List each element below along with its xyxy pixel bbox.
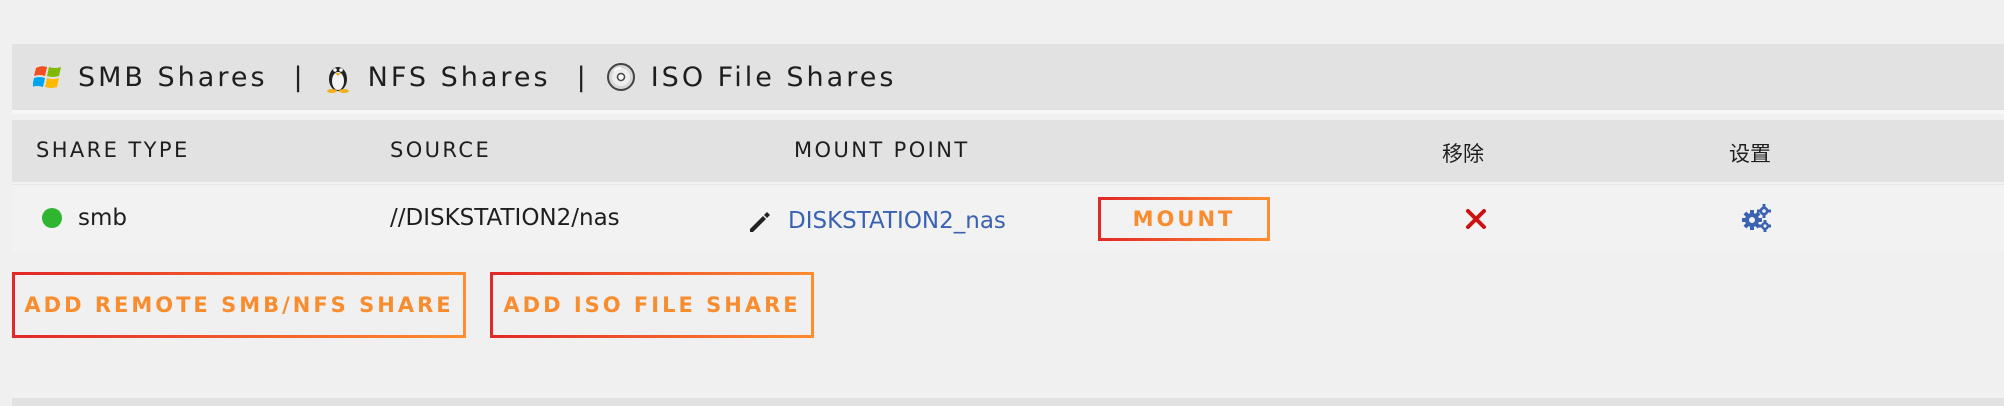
tab-label: NFS Shares xyxy=(367,61,551,93)
shares-table-header: SHARE TYPE SOURCE MOUNT POINT 移除 设置 xyxy=(12,120,2004,182)
tab-smb-shares[interactable]: SMB Shares xyxy=(32,61,268,93)
tab-nfs-shares[interactable]: NFS Shares xyxy=(322,61,551,93)
share-type-value: smb xyxy=(78,205,127,231)
linux-penguin-icon xyxy=(322,61,354,93)
mount-point-link[interactable]: DISKSTATION2_nas xyxy=(788,208,1006,234)
tab-separator: | xyxy=(576,61,589,93)
tab-iso-file-shares[interactable]: ISO File Shares xyxy=(605,61,897,93)
add-remote-share-button[interactable]: ADD REMOTE SMB/NFS SHARE xyxy=(12,272,466,338)
column-header-share-type: SHARE TYPE xyxy=(36,138,190,162)
source-value: //DISKSTATION2/nas xyxy=(390,205,620,231)
pencil-icon[interactable] xyxy=(746,209,772,241)
tab-label: SMB Shares xyxy=(78,61,268,93)
column-header-source: SOURCE xyxy=(390,138,492,162)
status-indicator xyxy=(42,208,62,228)
column-header-remove: 移除 xyxy=(1442,142,1484,166)
shares-tab-bar: SMB Shares | NFS Shares | ISO File Share… xyxy=(12,44,2004,114)
bottom-panel-edge xyxy=(12,398,2004,406)
column-header-mount-point: MOUNT POINT xyxy=(794,138,970,162)
mount-button[interactable]: MOUNT xyxy=(1098,197,1270,241)
table-row: smb //DISKSTATION2/nas DISKSTATION2_nas … xyxy=(12,184,2004,253)
tab-separator: | xyxy=(293,61,306,93)
close-x-icon[interactable] xyxy=(1464,207,1488,237)
gears-icon[interactable] xyxy=(1740,203,1772,239)
windows-icon xyxy=(32,61,64,93)
disc-icon xyxy=(605,61,637,93)
tab-label: ISO File Shares xyxy=(650,61,897,93)
column-header-settings: 设置 xyxy=(1729,142,1771,166)
add-iso-share-button[interactable]: ADD ISO FILE SHARE xyxy=(490,272,814,338)
